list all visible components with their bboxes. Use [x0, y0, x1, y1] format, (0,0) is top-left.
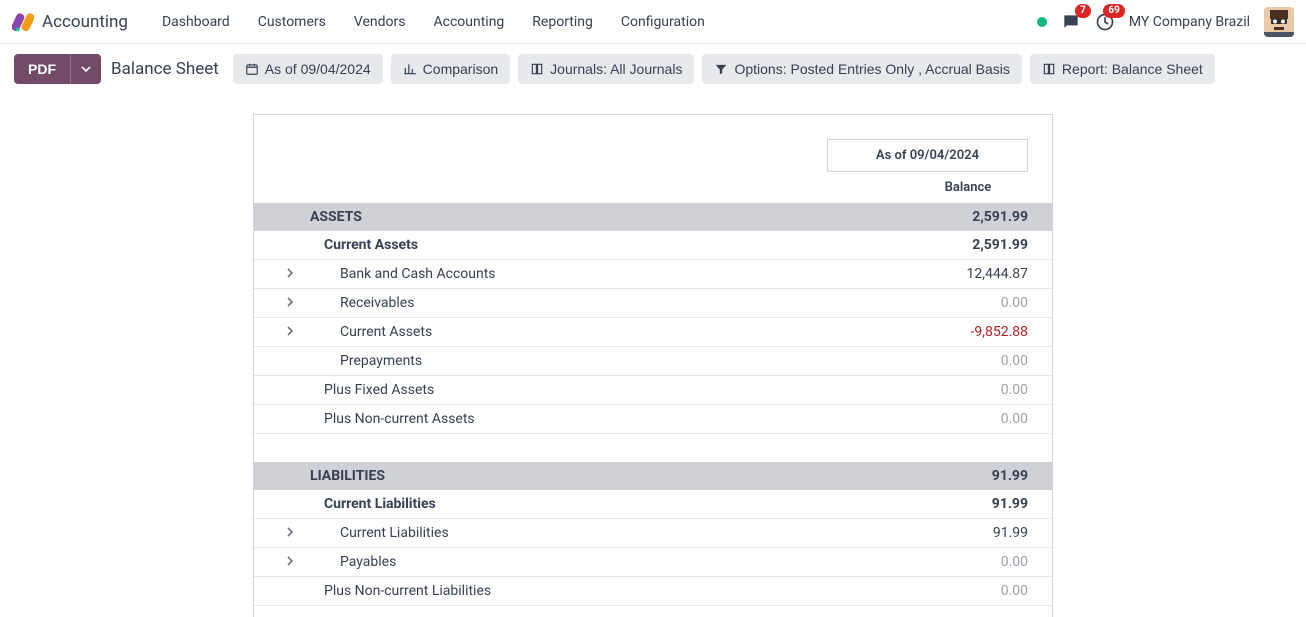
line-label: Current Liabilities — [302, 525, 908, 541]
pdf-button[interactable]: PDF — [14, 54, 70, 84]
nav-reporting[interactable]: Reporting — [518, 4, 607, 40]
caret-right-icon — [285, 556, 295, 566]
line-label: Plus Non-current Assets — [302, 411, 908, 427]
line-label: Current Assets — [302, 237, 908, 253]
caret-right-icon — [285, 326, 295, 336]
line-label: Plus Fixed Assets — [302, 382, 908, 398]
activities-badge: 69 — [1103, 4, 1124, 18]
nav-configuration[interactable]: Configuration — [607, 4, 719, 40]
caret-right-icon — [285, 268, 295, 278]
section-head[interactable]: ASSETS2,591.99 — [254, 203, 1052, 231]
control-bar: PDF Balance Sheet As of 09/04/2024 Compa… — [0, 44, 1306, 94]
line-value: 12,444.87 — [908, 266, 1028, 282]
date-filter-label: As of 09/04/2024 — [265, 61, 371, 77]
brand-name: Accounting — [42, 12, 128, 32]
book-icon — [1042, 62, 1056, 76]
book-icon — [530, 62, 544, 76]
line-value: 0.00 — [908, 411, 1028, 427]
section-value: 2,591.99 — [908, 209, 1028, 225]
line-row: Prepayments0.00 — [254, 347, 1052, 376]
line-value: 91.99 — [908, 496, 1028, 512]
calendar-icon — [245, 62, 259, 76]
report-card: As of 09/04/2024 Balance ASSETS2,591.99C… — [253, 114, 1053, 617]
expand-caret[interactable] — [285, 525, 295, 541]
brand[interactable]: Accounting — [12, 11, 128, 33]
line-row[interactable]: Bank and Cash Accounts12,444.87 — [254, 260, 1052, 289]
subsection-row: Current Liabilities91.99 — [254, 490, 1052, 519]
line-label: Payables — [302, 554, 908, 570]
avatar-icon — [1264, 7, 1294, 37]
messages-badge: 7 — [1075, 4, 1091, 18]
subsection-row: Current Assets2,591.99 — [254, 231, 1052, 260]
line-label: Current Liabilities — [302, 496, 908, 512]
connection-status-icon — [1037, 17, 1047, 27]
line-value: 91.99 — [908, 525, 1028, 541]
company-selector[interactable]: MY Company Brazil — [1129, 14, 1250, 30]
expand-caret[interactable] — [285, 266, 295, 282]
report-body: ASSETS2,591.99Current Assets2,591.99Bank… — [254, 203, 1052, 617]
expand-caret[interactable] — [285, 324, 295, 340]
date-filter-button[interactable]: As of 09/04/2024 — [233, 54, 383, 84]
report-date-box: As of 09/04/2024 — [827, 139, 1028, 172]
line-row[interactable]: Receivables0.00 — [254, 289, 1052, 318]
nav-accounting[interactable]: Accounting — [419, 4, 518, 40]
line-row[interactable]: Current Liabilities91.99 — [254, 519, 1052, 548]
main-menu: Dashboard Customers Vendors Accounting R… — [148, 4, 719, 40]
caret-right-icon — [285, 527, 295, 537]
comparison-label: Comparison — [423, 61, 498, 77]
expand-caret[interactable] — [285, 554, 295, 570]
caret-down-icon — [81, 64, 91, 74]
funnel-icon — [714, 62, 728, 76]
options-label: Options: Posted Entries Only , Accrual B… — [734, 61, 1009, 77]
line-value: 0.00 — [908, 353, 1028, 369]
line-value: -9,852.88 — [908, 324, 1028, 340]
nav-vendors[interactable]: Vendors — [340, 4, 420, 40]
comparison-button[interactable]: Comparison — [391, 54, 510, 84]
line-label: Current Assets — [302, 324, 908, 340]
line-row: Plus Fixed Assets0.00 — [254, 376, 1052, 405]
bar-chart-icon — [403, 62, 417, 76]
line-value: 2,591.99 — [908, 237, 1028, 253]
line-value: 0.00 — [908, 295, 1028, 311]
report-scroll-area[interactable]: As of 09/04/2024 Balance ASSETS2,591.99C… — [0, 104, 1306, 617]
line-value: 0.00 — [908, 554, 1028, 570]
section-value: 91.99 — [908, 468, 1028, 484]
page-title: Balance Sheet — [111, 59, 219, 79]
pdf-dropdown[interactable] — [70, 54, 101, 84]
line-row: Plus Non-current Liabilities0.00 — [254, 577, 1052, 606]
line-label: Receivables — [302, 295, 908, 311]
header-right: 7 69 MY Company Brazil — [1037, 7, 1294, 37]
journals-label: Journals: All Journals — [550, 61, 682, 77]
line-row[interactable]: Current Assets-9,852.88 — [254, 318, 1052, 347]
options-button[interactable]: Options: Posted Entries Only , Accrual B… — [702, 54, 1021, 84]
line-label: Prepayments — [302, 353, 908, 369]
section-title: LIABILITIES — [302, 468, 908, 484]
section-title: ASSETS — [302, 209, 908, 225]
nav-dashboard[interactable]: Dashboard — [148, 4, 244, 40]
messages-button[interactable]: 7 — [1061, 12, 1081, 32]
section-head[interactable]: LIABILITIES91.99 — [254, 462, 1052, 490]
line-row: Plus Non-current Assets0.00 — [254, 405, 1052, 434]
section-gap — [254, 606, 1052, 617]
user-avatar[interactable] — [1264, 7, 1294, 37]
journals-button[interactable]: Journals: All Journals — [518, 54, 694, 84]
line-value: 0.00 — [908, 583, 1028, 599]
line-row[interactable]: Payables0.00 — [254, 548, 1052, 577]
nav-customers[interactable]: Customers — [244, 4, 340, 40]
activities-button[interactable]: 69 — [1095, 12, 1115, 32]
section-gap — [254, 434, 1052, 462]
report-selector-label: Report: Balance Sheet — [1062, 61, 1203, 77]
pdf-button-group: PDF — [14, 54, 101, 84]
report-selector-button[interactable]: Report: Balance Sheet — [1030, 54, 1215, 84]
expand-caret[interactable] — [285, 295, 295, 311]
top-nav: Accounting Dashboard Customers Vendors A… — [0, 0, 1306, 44]
line-label: Bank and Cash Accounts — [302, 266, 908, 282]
app-logo-icon — [12, 11, 34, 33]
balance-column-header: Balance — [908, 180, 1028, 195]
line-label: Plus Non-current Liabilities — [302, 583, 908, 599]
caret-right-icon — [285, 297, 295, 307]
line-value: 0.00 — [908, 382, 1028, 398]
